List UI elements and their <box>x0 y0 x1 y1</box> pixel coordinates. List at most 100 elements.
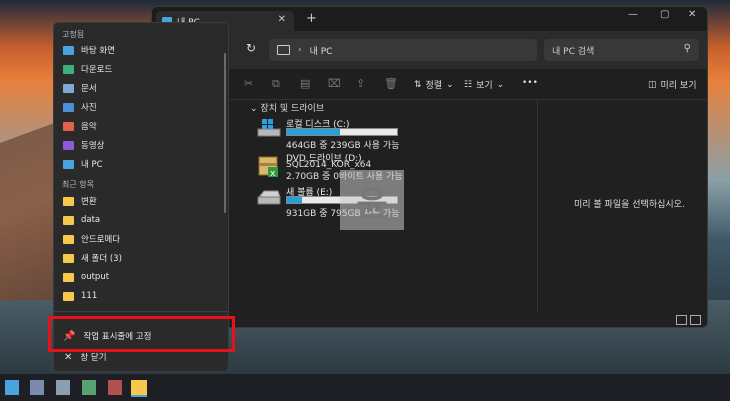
recent-item[interactable]: data <box>54 211 228 229</box>
taskbar <box>0 374 730 401</box>
app-icon[interactable] <box>56 380 70 395</box>
recent-item-label: 111 <box>81 291 98 301</box>
recent-item-label: data <box>81 215 101 225</box>
watermark-text: 윤 <box>356 183 388 224</box>
sort-button[interactable]: ⇅ 정렬 ⌄ <box>414 78 454 92</box>
folder-icon <box>63 291 74 301</box>
folder-icon <box>63 272 74 282</box>
sort-icon: ⇅ <box>414 79 422 90</box>
search-input[interactable]: 내 PC 검색 ⚲ <box>544 39 699 61</box>
dvd-drive-icon: x <box>258 156 278 179</box>
pinned-item[interactable]: 음악 <box>54 117 228 135</box>
desktop-icon <box>63 45 74 55</box>
navigation-bar: ↻ › 내 PC 내 PC 검색 ⚲ <box>152 31 707 69</box>
music-icon <box>63 121 74 131</box>
notepad-icon[interactable] <box>5 380 19 395</box>
chevron-down-icon: ⌄ <box>446 79 454 90</box>
section-title: 장치 및 드라이브 <box>260 104 325 114</box>
tiles-view-icon[interactable] <box>690 315 701 325</box>
svg-text:x: x <box>270 169 276 179</box>
pinned-item-label: 음악 <box>81 122 97 132</box>
breadcrumb-separator-icon: › <box>298 45 302 55</box>
search-placeholder: 내 PC 검색 <box>552 46 595 57</box>
preview-pane-icon: ◫ <box>648 79 657 90</box>
breadcrumb-this-pc[interactable]: 내 PC <box>310 44 333 57</box>
recent-item-label: 변환 <box>81 197 97 207</box>
pinned-item[interactable]: 바탕 화면 <box>54 41 228 59</box>
view-button[interactable]: ☷ 보기 ⌄ <box>464 78 505 92</box>
file-explorer-icon[interactable] <box>131 380 147 397</box>
folder-icon <box>63 234 74 244</box>
cut-icon[interactable]: ✂ <box>244 77 253 90</box>
pinned-item-label: 다운로드 <box>81 65 113 75</box>
recent-item-label: output <box>81 272 110 282</box>
refresh-icon[interactable]: ↻ <box>246 41 256 55</box>
recent-item[interactable]: 111 <box>54 287 228 305</box>
video-icon <box>63 140 74 150</box>
divider <box>54 311 228 312</box>
pinned-item[interactable]: 동영상 <box>54 136 228 154</box>
tab-close-icon[interactable]: ✕ <box>278 14 286 25</box>
more-options-button[interactable]: ••• <box>522 78 538 88</box>
preview-pane-divider[interactable] <box>537 99 538 313</box>
pinned-item[interactable]: 문서 <box>54 79 228 97</box>
recent-item-label: 새 폴더 (3) <box>81 254 122 264</box>
delete-icon[interactable]: 🗑 <box>384 77 398 90</box>
pinned-item-label: 내 PC <box>81 160 103 170</box>
recent-item[interactable]: 변환 <box>54 192 228 210</box>
address-bar[interactable]: › 내 PC <box>269 39 537 61</box>
share-icon[interactable]: ⇪ <box>356 77 365 90</box>
section-header[interactable]: ⌄ 장치 및 드라이브 <box>250 101 324 114</box>
copy-icon[interactable]: ⧉ <box>272 77 280 91</box>
view-switcher <box>676 315 701 325</box>
preview-pane-button[interactable]: ◫ 미리 보기 <box>648 78 697 92</box>
pictures-icon <box>63 102 74 112</box>
pinned-header: 고정됨 <box>62 30 85 39</box>
download-icon <box>63 64 74 74</box>
pinned-item-label: 사진 <box>81 103 97 113</box>
recent-item[interactable]: output <box>54 268 228 286</box>
pinned-item[interactable]: 사진 <box>54 98 228 116</box>
pinned-item[interactable]: 다운로드 <box>54 60 228 78</box>
pinned-item[interactable]: 내 PC <box>54 155 228 173</box>
preview-label: 미리 보기 <box>660 81 697 91</box>
preview-message: 미리 볼 파일을 선택하십시오. <box>574 200 685 210</box>
details-view-icon[interactable] <box>676 315 687 325</box>
chevron-down-icon: ⌄ <box>250 104 258 114</box>
watermark-logo: 윤 <box>340 170 404 230</box>
close-window-button[interactable]: ✕ <box>688 9 696 20</box>
minimize-button[interactable]: — <box>628 9 638 20</box>
recent-header: 최근 항목 <box>62 180 94 189</box>
new-tab-button[interactable]: + <box>306 11 317 26</box>
scrollbar[interactable] <box>224 53 226 213</box>
pc-icon <box>277 45 290 55</box>
chevron-down-icon: ⌄ <box>496 79 505 90</box>
maximize-button[interactable]: ▢ <box>660 9 669 20</box>
usage-bar-fill <box>287 197 303 203</box>
windows-drive-icon <box>257 119 281 137</box>
hard-drive-icon <box>257 190 281 205</box>
folder-icon <box>63 196 74 206</box>
drive-usage: 464GB 중 239GB 사용 가능 <box>286 141 400 151</box>
title-bar: 내 PC ✕ + — ▢ ✕ <box>152 7 707 31</box>
rename-icon[interactable]: ⌧ <box>328 77 341 90</box>
file-explorer-window: 내 PC ✕ + — ▢ ✕ ↻ › 내 PC 내 PC 검색 ⚲ ✂ ⧉ ▤ … <box>151 6 708 328</box>
close-window-label: 창 닫기 <box>80 353 107 363</box>
highlight-box <box>48 316 235 352</box>
view-icon: ☷ <box>464 79 473 90</box>
sort-label: 정렬 <box>425 81 443 91</box>
app-icon[interactable] <box>30 380 44 395</box>
pc-icon <box>63 159 74 169</box>
paste-icon[interactable]: ▤ <box>300 77 310 90</box>
folder-icon <box>63 253 74 263</box>
recent-item-label: 안드로메다 <box>81 235 121 245</box>
app-icon[interactable] <box>82 380 96 395</box>
pinned-item-label: 동영상 <box>81 141 105 151</box>
recent-item[interactable]: 새 폴더 (3) <box>54 249 228 267</box>
app-icon[interactable] <box>108 380 122 395</box>
search-icon: ⚲ <box>683 43 691 54</box>
view-label: 보기 <box>476 81 493 91</box>
pinned-item-label: 바탕 화면 <box>81 46 115 56</box>
content-area: ⌄ 장치 및 드라이브 로컬 디스크 (C:) 464GB 중 239GB 사용… <box>152 99 707 327</box>
recent-item[interactable]: 안드로메다 <box>54 230 228 248</box>
